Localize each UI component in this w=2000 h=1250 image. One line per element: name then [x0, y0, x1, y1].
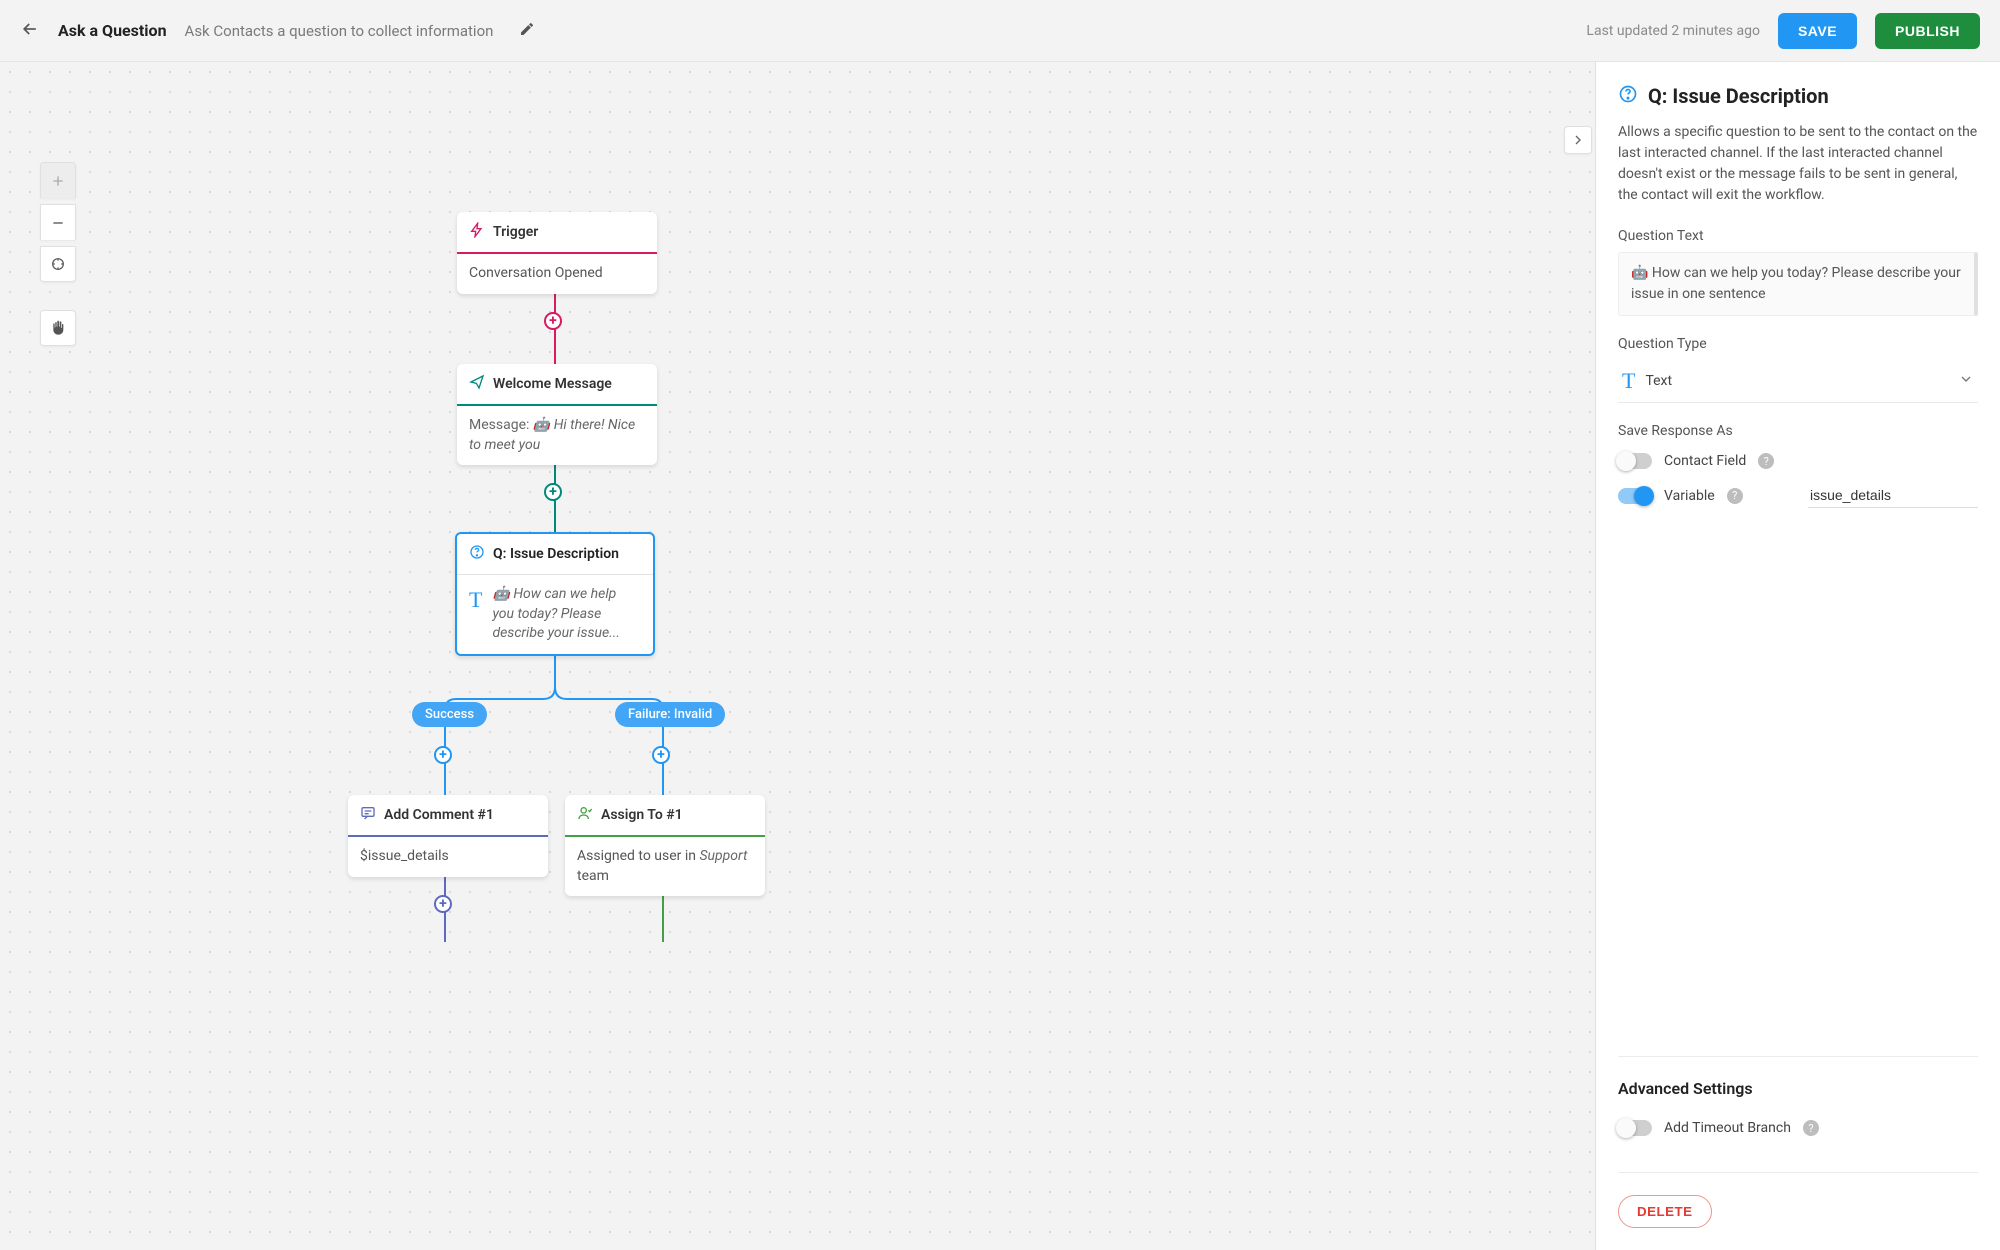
last-updated: Last updated 2 minutes ago	[1586, 23, 1760, 39]
node-question-body: T 🤖 How can we help you today? Please de…	[457, 575, 653, 654]
comment-icon	[360, 805, 376, 825]
branch-failure[interactable]: Failure: Invalid	[615, 702, 725, 727]
assign-icon	[577, 805, 593, 825]
contact-field-label: Contact Field	[1664, 453, 1746, 469]
inspector-panel: Q: Issue Description Allows a specific q…	[1595, 62, 2000, 1250]
timeout-branch-label: Add Timeout Branch	[1664, 1120, 1791, 1136]
add-step-failure[interactable]: +	[652, 746, 670, 764]
back-icon[interactable]	[20, 19, 40, 43]
node-comment-body: $issue_details	[348, 837, 548, 877]
save-button[interactable]: SAVE	[1778, 13, 1857, 49]
page-subtitle: Ask Contacts a question to collect infor…	[185, 22, 494, 40]
node-assign-title: Assign To #1	[601, 807, 683, 823]
trigger-icon	[469, 222, 485, 242]
node-trigger[interactable]: Trigger Conversation Opened	[457, 212, 657, 294]
publish-button[interactable]: PUBLISH	[1875, 13, 1980, 49]
question-text-label: Question Text	[1618, 228, 1978, 244]
delete-button[interactable]: DELETE	[1618, 1195, 1712, 1228]
main: Trigger Conversation Opened + Welcome Me…	[0, 62, 2000, 1250]
collapse-panel-button[interactable]	[1564, 126, 1592, 154]
save-response-label: Save Response As	[1618, 423, 1978, 439]
question-icon	[1618, 84, 1638, 108]
question-type-label: Question Type	[1618, 336, 1978, 352]
page-title: Ask a Question	[58, 21, 167, 40]
help-icon[interactable]: ?	[1727, 488, 1743, 504]
send-icon	[469, 374, 485, 394]
variable-toggle[interactable]	[1618, 488, 1652, 504]
workflow-canvas[interactable]: Trigger Conversation Opened + Welcome Me…	[0, 62, 1595, 1250]
edit-title-icon[interactable]	[519, 21, 535, 41]
node-welcome-title: Welcome Message	[493, 376, 612, 392]
node-welcome[interactable]: Welcome Message Message: 🤖 Hi there! Nic…	[457, 364, 657, 465]
node-question-title: Q: Issue Description	[493, 546, 619, 562]
node-trigger-title: Trigger	[493, 224, 538, 240]
inspector-description: Allows a specific question to be sent to…	[1618, 122, 1978, 206]
question-text-input[interactable]: 🤖 How can we help you today? Please desc…	[1618, 252, 1978, 316]
inspector-title: Q: Issue Description	[1648, 84, 1829, 108]
node-question[interactable]: Q: Issue Description T 🤖 How can we help…	[455, 532, 655, 656]
node-assign-body: Assigned to user in Support team	[565, 837, 765, 896]
node-assign[interactable]: Assign To #1 Assigned to user in Support…	[565, 795, 765, 896]
branch-success[interactable]: Success	[412, 702, 487, 727]
variable-label: Variable	[1664, 488, 1715, 504]
add-step-after-welcome[interactable]: +	[544, 483, 562, 501]
chevron-down-icon	[1958, 371, 1974, 391]
flow-edges	[0, 62, 1595, 1250]
variable-name-input[interactable]	[1808, 483, 1978, 508]
node-trigger-body: Conversation Opened	[457, 254, 657, 294]
question-type-value: Text	[1645, 373, 1948, 389]
timeout-branch-toggle[interactable]	[1618, 1120, 1652, 1136]
text-type-icon: T	[469, 585, 482, 611]
node-comment[interactable]: Add Comment #1 $issue_details	[348, 795, 548, 877]
add-step-after-comment[interactable]: +	[434, 895, 452, 913]
help-icon[interactable]: ?	[1803, 1120, 1819, 1136]
text-type-icon: T	[1622, 368, 1635, 394]
node-welcome-body: Message: 🤖 Hi there! Nice to meet you	[457, 406, 657, 465]
contact-field-toggle[interactable]	[1618, 453, 1652, 469]
add-step-after-trigger[interactable]: +	[544, 312, 562, 330]
question-type-select[interactable]: T Text	[1618, 360, 1978, 403]
question-icon	[469, 544, 485, 564]
header: Ask a Question Ask Contacts a question t…	[0, 0, 2000, 62]
add-step-success[interactable]: +	[434, 746, 452, 764]
advanced-settings-label: Advanced Settings	[1618, 1079, 1978, 1098]
node-comment-title: Add Comment #1	[384, 807, 494, 823]
help-icon[interactable]: ?	[1758, 453, 1774, 469]
